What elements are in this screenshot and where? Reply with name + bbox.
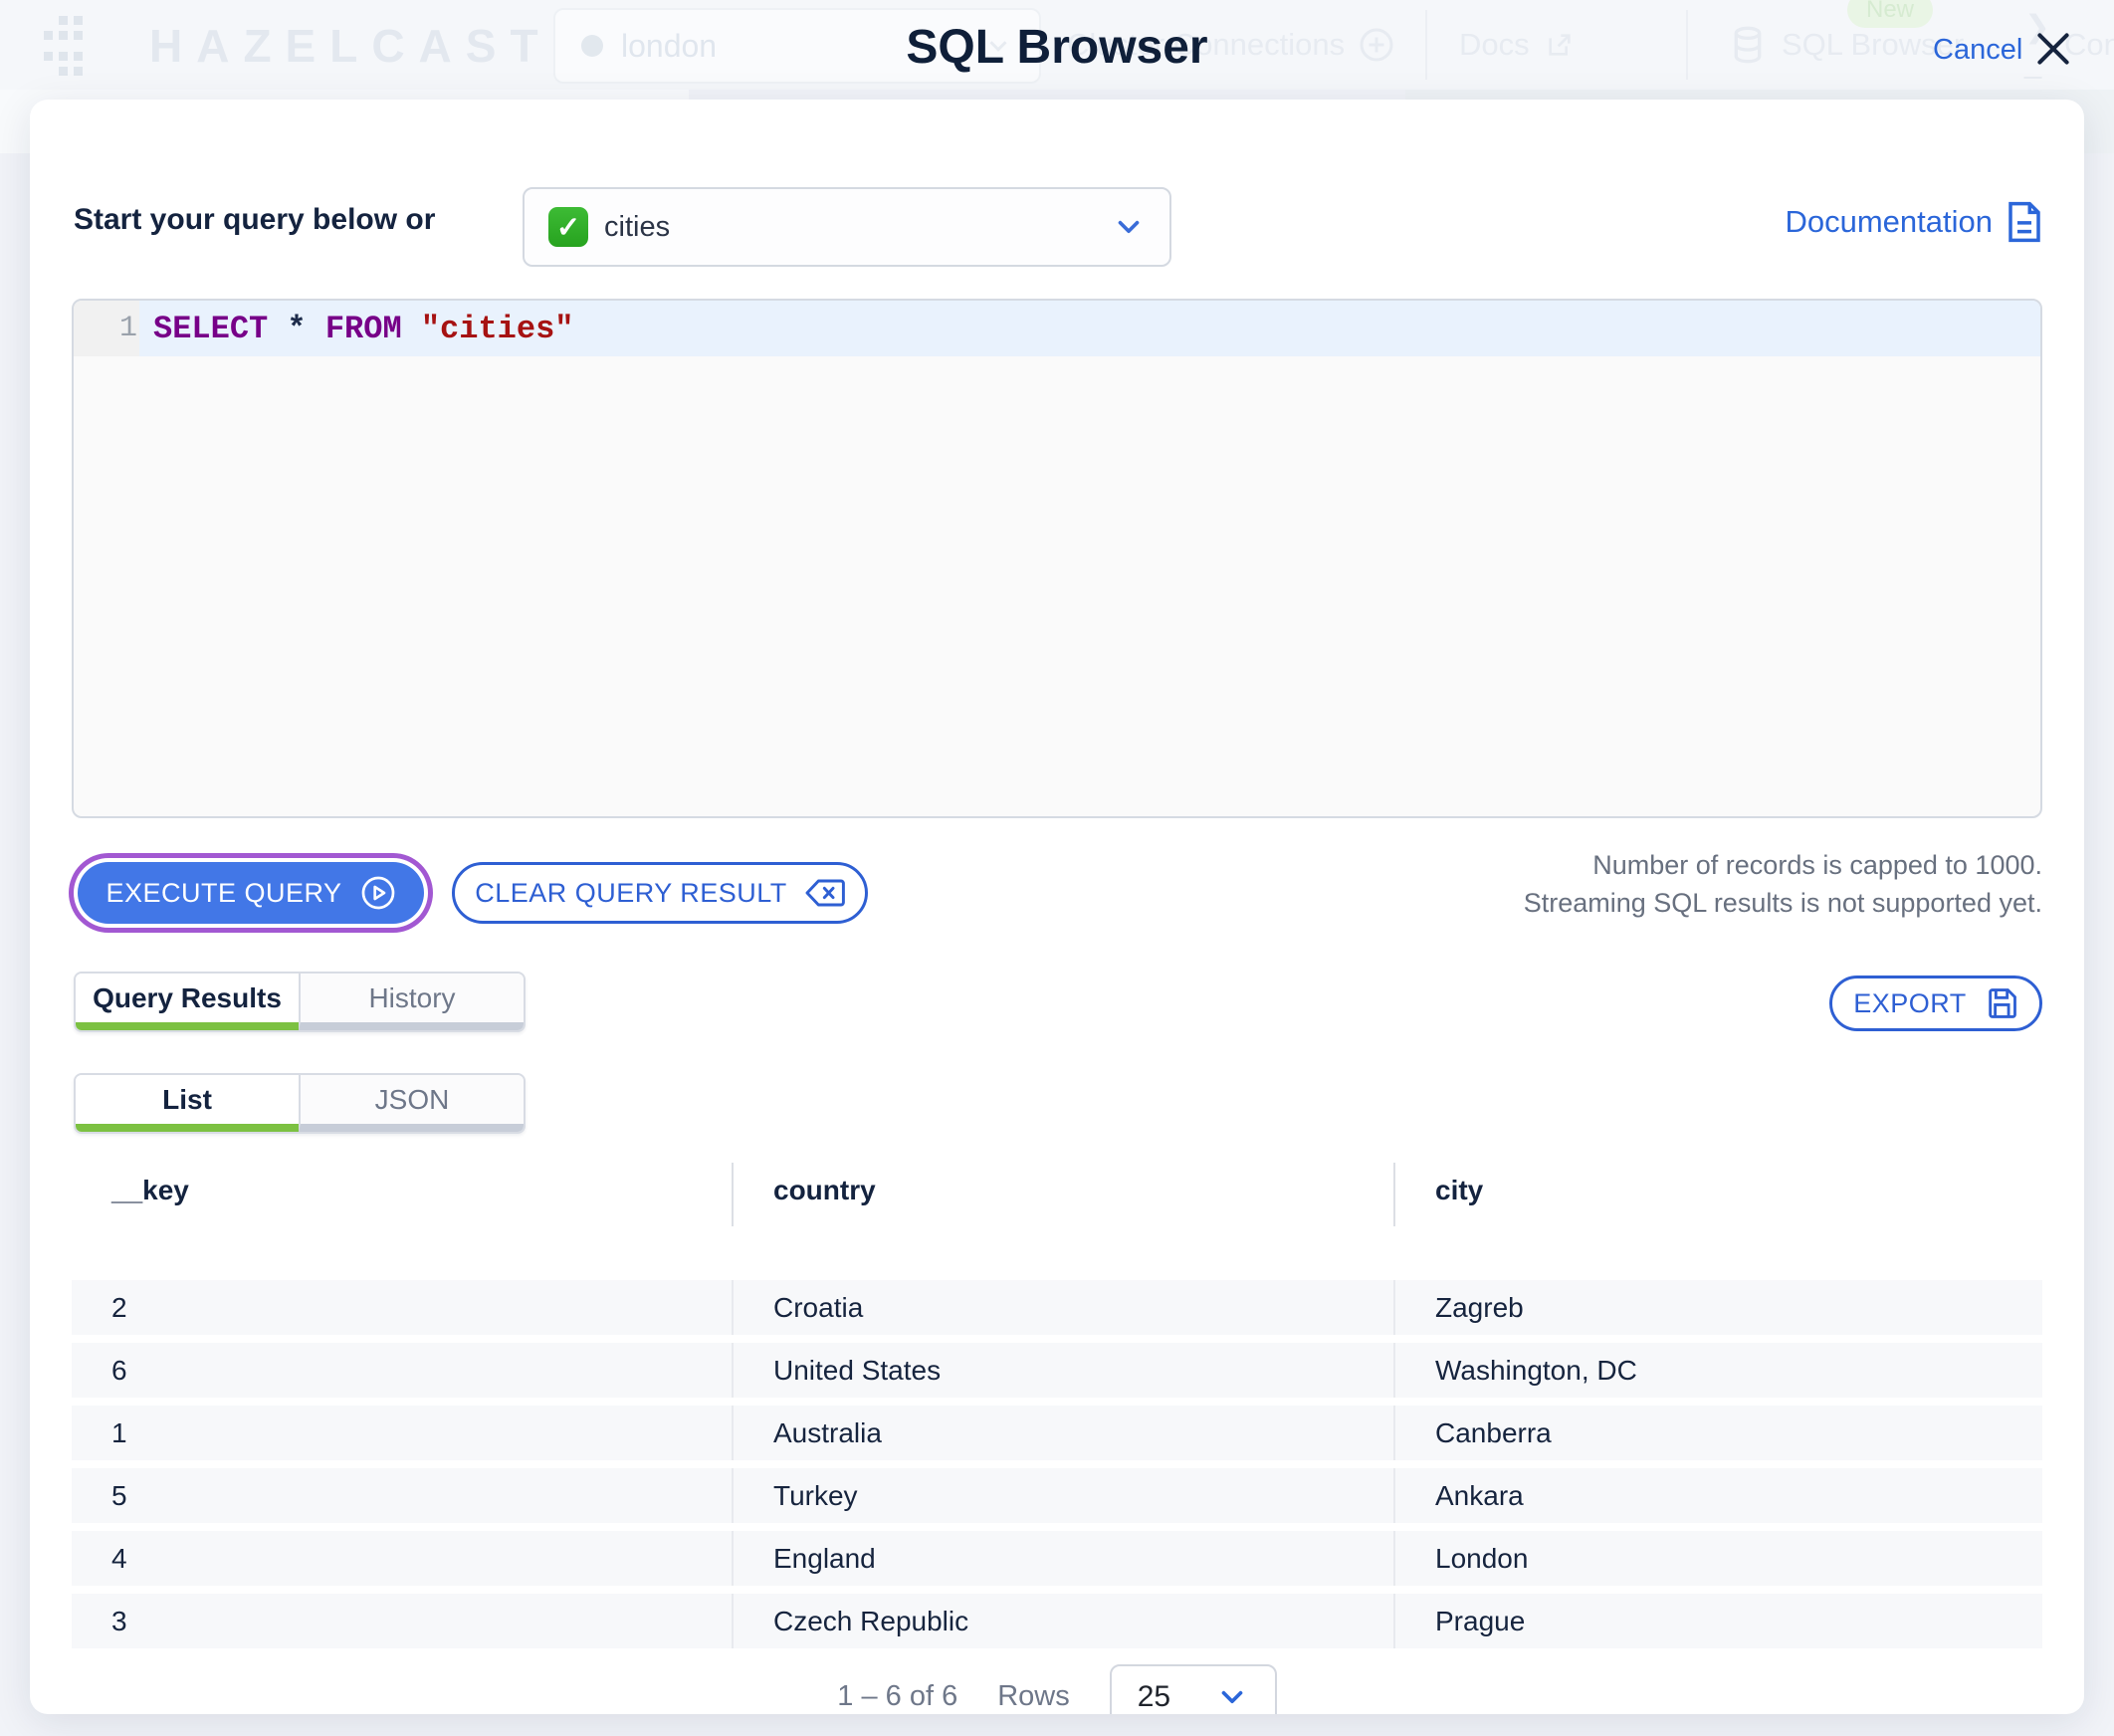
- sql-token-string: "cities": [420, 310, 574, 347]
- rows-per-page-select[interactable]: 25: [1109, 1664, 1277, 1714]
- sql-query-line: SELECT * FROM "cities": [139, 301, 2040, 356]
- tab-query-results[interactable]: Query Results: [76, 974, 299, 1030]
- execute-query-button[interactable]: EXECUTE QUERY: [78, 862, 424, 924]
- sql-browser-modal: Start your query below or cities Documen…: [30, 100, 2084, 1714]
- close-icon[interactable]: [2034, 30, 2072, 68]
- rows-per-page-value: 25: [1137, 1680, 1171, 1713]
- table-row: 2 Croatia Zagreb: [72, 1280, 2042, 1335]
- sql-token-keyword: FROM: [324, 310, 421, 347]
- table-row: 6 United States Washington, DC: [72, 1343, 2042, 1398]
- rows-per-page-label: Rows: [997, 1680, 1070, 1712]
- pagination: 1 – 6 of 6 Rows 25: [30, 1664, 2084, 1714]
- sql-token-keyword: SELECT: [153, 310, 288, 347]
- table-row: 3 Czech Republic Prague: [72, 1594, 2042, 1648]
- map-select-dropdown[interactable]: cities: [523, 187, 1171, 267]
- table-row: 4 England London: [72, 1531, 2042, 1586]
- sql-token-operator: *: [287, 310, 325, 347]
- results-table-body: 2 Croatia Zagreb 6 United States Washing…: [72, 1280, 2042, 1656]
- documentation-link[interactable]: Documentation: [1785, 201, 2044, 243]
- view-tabgroup: List JSON: [74, 1073, 526, 1134]
- chevron-down-icon: [1221, 1690, 1243, 1704]
- column-header-city: city: [1393, 1163, 2042, 1226]
- document-icon: [2008, 201, 2040, 243]
- results-table-header: __key country city: [72, 1163, 2042, 1226]
- tab-history[interactable]: History: [299, 974, 524, 1030]
- query-bar-label: Start your query below or: [74, 203, 436, 236]
- clear-backspace-icon: [805, 879, 845, 907]
- table-row: 5 Turkey Ankara: [72, 1468, 2042, 1523]
- map-select-value: cities: [604, 210, 671, 243]
- clear-query-result-button[interactable]: CLEAR QUERY RESULT: [452, 862, 868, 924]
- column-header-country: country: [732, 1163, 1393, 1226]
- query-bar: Start your query below or cities Documen…: [30, 187, 2084, 267]
- table-row: 1 Australia Canberra: [72, 1406, 2042, 1460]
- chevron-down-icon: [1118, 220, 1140, 234]
- tab-json[interactable]: JSON: [299, 1075, 524, 1132]
- save-floppy-icon: [1989, 988, 2016, 1018]
- green-checkbox-icon: [548, 207, 588, 247]
- note-records-cap: Number of records is capped to 1000.: [1592, 850, 2042, 880]
- query-notes: Number of records is capped to 1000. Str…: [1524, 846, 2042, 922]
- cancel-button[interactable]: Cancel: [1933, 34, 2022, 67]
- play-circle-icon: [361, 876, 394, 910]
- column-header-key: __key: [111, 1175, 189, 1205]
- export-button[interactable]: EXPORT: [1829, 976, 2042, 1031]
- sql-editor[interactable]: 1 SELECT * FROM "cities": [72, 299, 2042, 818]
- page-title: SQL Browser: [906, 21, 1208, 74]
- note-streaming: Streaming SQL results is not supported y…: [1523, 888, 2042, 918]
- results-tabgroup: Query Results History: [74, 972, 526, 1032]
- pagination-range: 1 – 6 of 6: [837, 1680, 958, 1712]
- tab-list[interactable]: List: [76, 1075, 299, 1132]
